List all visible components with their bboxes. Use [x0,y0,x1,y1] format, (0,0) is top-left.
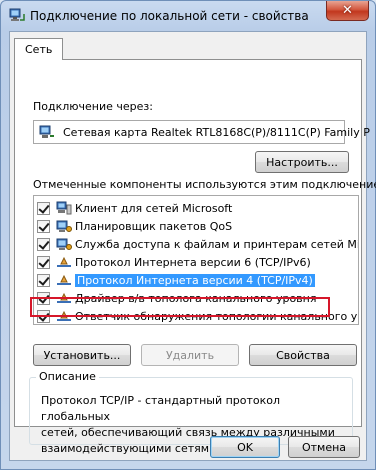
remove-button[interactable]: Удалить [141,344,239,366]
item-label: Протокол Интернета версии 6 (TCP/IPv6) [75,255,311,269]
service-icon [56,238,72,250]
network-client-icon [56,201,72,215]
service-icon [56,220,72,232]
item-label: Ответчик обнаружения топологии канальног… [75,309,358,323]
title-bar[interactable]: Подключение по локальной сети - свойства… [1,1,375,31]
properties-dialog: Подключение по локальной сети - свойства… [0,0,376,470]
cancel-button[interactable]: Отмена [288,436,360,458]
adapter-field: Сетевая карта Realtek RTL8168C(P)/8111C(… [33,120,370,144]
configure-button[interactable]: Настроить... [255,151,349,173]
protocol-icon [57,292,71,303]
tab-label: Сеть [25,43,53,56]
list-item[interactable]: Клиент для сетей Microsoft [34,199,354,217]
list-item[interactable]: Планировщик пакетов QoS [34,217,354,235]
ok-button[interactable]: OK [210,436,280,458]
checkbox[interactable] [37,309,50,323]
list-item[interactable]: Протокол Интернета версии 6 (TCP/IPv6) [34,253,354,271]
checkbox[interactable] [37,237,50,251]
connect-using-label: Подключение через: [33,100,153,113]
item-label: Протокол Интернета версии 4 (TCP/IPv4) [75,273,315,287]
close-button[interactable]: ✕ [326,1,369,21]
dialog-body: Сеть Подключение через: Сетевая карта Re… [9,31,376,461]
description-line: Протокол TCP/IP - стандартный протокол г… [41,394,281,423]
protocol-icon [57,310,71,321]
description-group: Описание Протокол TCP/IP - стандартный п… [29,370,353,455]
close-icon: ✕ [342,3,353,18]
properties-button[interactable]: Свойства [249,344,357,366]
item-label: Служба доступа к файлам и принтерам сете… [75,237,359,251]
components-list[interactable]: Клиент для сетей Microsoft Планировщик п… [33,195,359,325]
checkbox[interactable] [37,255,50,269]
window-title: Подключение по локальной сети - свойства [30,9,309,23]
checkbox[interactable] [37,291,50,305]
item-label: Клиент для сетей Microsoft [75,201,233,215]
description-legend: Описание [36,370,99,383]
network-connection-icon [9,8,25,21]
adapter-name: Сетевая карта Realtek RTL8168C(P)/8111C(… [63,126,370,139]
item-label: Драйвер в/в тополога канального уровня [75,291,317,305]
protocol-icon [57,274,71,285]
checkbox[interactable] [37,201,50,215]
checkbox[interactable] [37,273,50,287]
item-label: Планировщик пакетов QoS [75,219,233,233]
protocol-icon [57,256,71,267]
list-item[interactable]: Драйвер в/в тополога канального уровня [34,289,354,307]
tab-panel: Подключение через: Сетевая карта Realtek… [14,59,376,455]
list-item[interactable]: Протокол Интернета версии 4 (TCP/IPv4) [34,271,354,289]
install-button[interactable]: Установить... [33,344,131,366]
network-adapter-icon [39,125,54,138]
tab-network[interactable]: Сеть [14,38,64,60]
components-label: Отмеченные компоненты используются этим … [33,178,376,191]
checkbox[interactable] [37,219,50,233]
list-item[interactable]: Ответчик обнаружения топологии канальног… [34,307,358,324]
list-item[interactable]: Служба доступа к файлам и принтерам сете… [34,235,358,253]
